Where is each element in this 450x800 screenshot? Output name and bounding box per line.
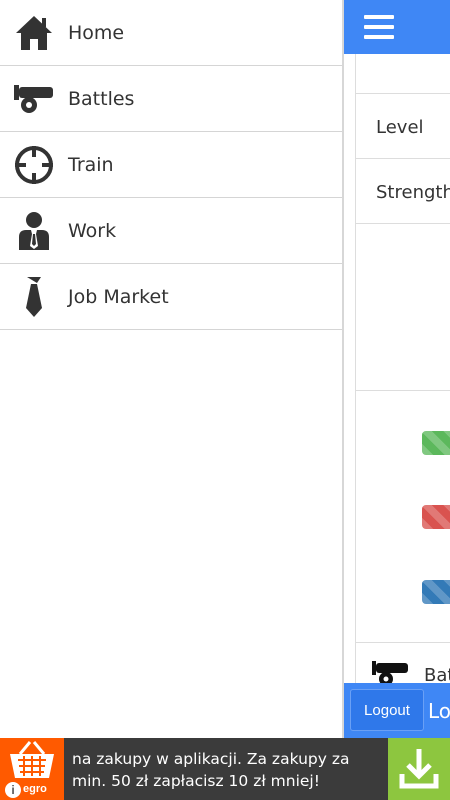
- drawer-item-label: Home: [68, 21, 125, 44]
- ad-logo[interactable]: i egro: [0, 738, 64, 800]
- home-icon: [16, 15, 52, 50]
- drawer-item-battles[interactable]: Battles: [0, 66, 342, 132]
- level-label: Level: [376, 117, 424, 138]
- drawer-item-train[interactable]: Train: [0, 132, 342, 198]
- stats-card-header: [355, 54, 450, 94]
- drawer-item-label: Train: [68, 153, 114, 176]
- top-app-bar: [344, 0, 450, 54]
- strength-label: Strength: [376, 182, 450, 203]
- app-root: Level Strength Bat Logout Lo: [0, 0, 450, 800]
- ad-banner[interactable]: i egro na zakupy w aplikacji. Za zakupy …: [0, 738, 450, 800]
- main-content: Level Strength Bat Logout Lo: [344, 0, 450, 738]
- strength-row: Strength: [355, 158, 450, 224]
- level-row: Level: [355, 93, 450, 159]
- shopping-basket-icon: [10, 741, 54, 778]
- tie-icon: [26, 276, 42, 317]
- green-progress-bar: [422, 431, 450, 455]
- blue-progress-bar: [422, 580, 450, 604]
- ad-brand-text: egro: [23, 783, 47, 795]
- ad-text[interactable]: na zakupy w aplikacji. Za zakupy za min.…: [72, 748, 382, 792]
- drawer-item-home[interactable]: Home: [0, 0, 342, 66]
- drawer-item-label: Work: [68, 219, 117, 242]
- drawer-item-label: Job Market: [68, 285, 169, 308]
- menu-icon[interactable]: [364, 15, 394, 39]
- drawer-item-job-market[interactable]: Job Market: [0, 264, 342, 330]
- worker-icon: [19, 211, 49, 250]
- info-icon[interactable]: i: [5, 782, 21, 798]
- logout-peek-label[interactable]: Lo: [428, 699, 450, 723]
- logout-button[interactable]: Logout: [350, 689, 424, 731]
- navigation-drawer: Home Battles Train Work Job Market: [0, 0, 344, 738]
- red-progress-bar: [422, 505, 450, 529]
- progress-card: [355, 390, 450, 643]
- crosshair-icon: [15, 145, 53, 184]
- download-button[interactable]: [388, 738, 450, 800]
- drawer-item-work[interactable]: Work: [0, 198, 342, 264]
- download-icon: [399, 749, 439, 789]
- bottom-bar: Logout Lo: [344, 683, 450, 738]
- cannon-icon: [14, 84, 53, 113]
- drawer-item-label: Battles: [68, 87, 135, 110]
- stats-card-body: [355, 223, 450, 391]
